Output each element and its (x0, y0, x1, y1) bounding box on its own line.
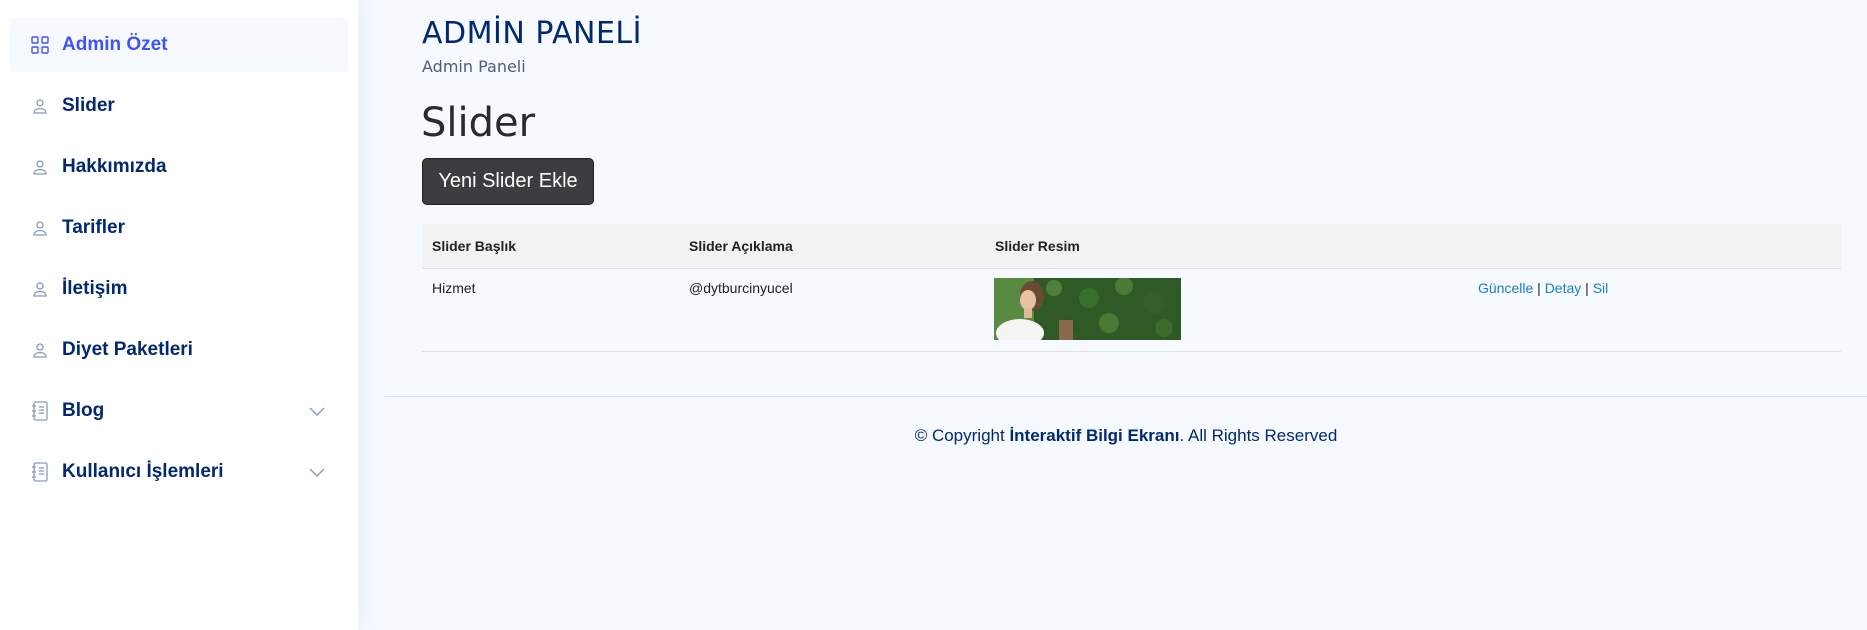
sidebar-item-iletisim[interactable]: İletişim (10, 262, 348, 316)
sidebar-item-diyet-paketleri[interactable]: Diyet Paketleri (10, 323, 348, 377)
sidebar-item-admin-ozet[interactable]: Admin Özet (10, 18, 348, 72)
sidebar-item-label: Tarifler (62, 217, 126, 238)
detail-link[interactable]: Detay (1545, 280, 1582, 296)
journal-icon (30, 401, 50, 421)
slider-table: Slider Başlık Slider Açıklama Slider Res… (422, 224, 1841, 352)
delete-link[interactable]: Sil (1593, 280, 1609, 296)
footer-brand: İnteraktif Bilgi Ekranı (1009, 426, 1180, 445)
table-row: Hizmet @dytburcinyucel Güncelle | Detay … (422, 268, 1841, 352)
page-title: ADMİN PANELİ (422, 16, 642, 51)
sidebar-item-hakkimizda[interactable]: Hakkımızda (10, 140, 348, 194)
sidebar-item-tarifler[interactable]: Tarifler (10, 201, 348, 255)
column-header-image: Slider Resim (985, 224, 1468, 269)
sidebar-item-label: Slider (62, 95, 115, 116)
update-link[interactable]: Güncelle (1478, 280, 1533, 296)
sidebar-item-kullanici-islemleri[interactable]: Kullanıcı İşlemleri (10, 445, 348, 499)
breadcrumb[interactable]: Admin Paneli (422, 57, 526, 76)
footer-prefix: © Copyright (914, 426, 1010, 445)
section-title: Slider (421, 100, 536, 146)
person-icon (30, 340, 50, 360)
chevron-down-icon[interactable] (308, 402, 326, 420)
journal-icon (30, 462, 50, 482)
cell-description: @dytburcinyucel (679, 268, 985, 352)
table-header-row: Slider Başlık Slider Açıklama Slider Res… (422, 224, 1841, 269)
sidebar-item-label: Admin Özet (62, 34, 168, 55)
separator: | (1537, 280, 1541, 296)
person-icon (30, 279, 50, 299)
cell-title: Hizmet (422, 268, 679, 352)
footer-suffix: . All Rights Reserved (1179, 426, 1338, 445)
person-icon (30, 96, 50, 116)
sidebar-item-blog[interactable]: Blog (10, 384, 348, 438)
add-slider-button[interactable]: Yeni Slider Ekle (422, 158, 594, 205)
separator: | (1585, 280, 1589, 296)
cell-actions: Güncelle | Detay | Sil (1468, 268, 1841, 352)
chevron-down-icon[interactable] (308, 463, 326, 481)
sidebar-item-label: İletişim (62, 278, 128, 299)
person-icon (30, 157, 50, 177)
column-header-actions (1468, 224, 1841, 269)
sidebar-item-label: Diyet Paketleri (62, 339, 193, 360)
sidebar-item-slider[interactable]: Slider (10, 79, 348, 133)
sidebar-nav: Admin Özet Slider Hakkımızda Tarifler İl… (0, 0, 358, 499)
sidebar-item-label: Hakkımızda (62, 156, 167, 177)
sidebar-item-label: Blog (62, 400, 105, 421)
person-icon (30, 218, 50, 238)
main-content: ADMİN PANELİ Admin Paneli Slider Yeni Sl… (385, 0, 1867, 630)
cell-image (985, 268, 1468, 352)
grid-icon (30, 35, 50, 55)
sidebar: Admin Özet Slider Hakkımızda Tarifler İl… (0, 0, 358, 630)
column-header-description: Slider Açıklama (679, 224, 985, 269)
footer: © Copyright İnteraktif Bilgi Ekranı. All… (385, 426, 1867, 446)
slider-thumbnail (994, 278, 1181, 340)
column-header-title: Slider Başlık (422, 224, 679, 269)
sidebar-item-label: Kullanıcı İşlemleri (62, 461, 224, 482)
footer-divider (385, 396, 1867, 397)
